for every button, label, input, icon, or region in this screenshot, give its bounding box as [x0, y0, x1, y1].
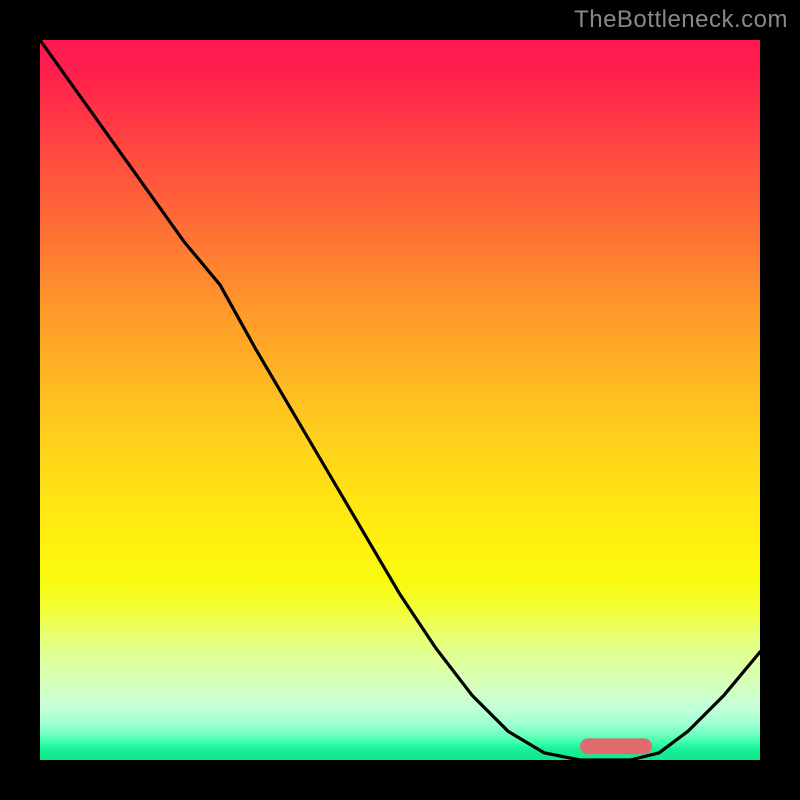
chart-container: TheBottleneck.com	[0, 0, 800, 800]
watermark-text: TheBottleneck.com	[574, 6, 788, 34]
plot-overlay	[40, 40, 760, 760]
curve-path	[40, 40, 760, 760]
optimum-marker	[580, 738, 652, 754]
